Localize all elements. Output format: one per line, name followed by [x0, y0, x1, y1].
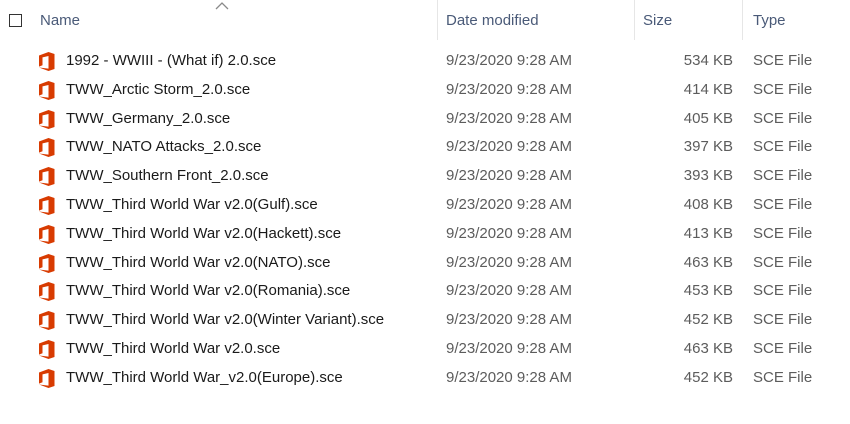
file-name: TWW_Germany_2.0.sce — [66, 109, 231, 127]
file-size: 534 KB — [683, 52, 733, 69]
file-size: 414 KB — [683, 80, 733, 98]
office-file-icon — [39, 80, 55, 100]
file-name: TWW_Third World War v2.0(Gulf).sce — [66, 195, 318, 213]
column-header-size[interactable]: Size — [643, 12, 672, 30]
file-name: TWW_Third World War v2.0(Hackett).sce — [66, 224, 342, 242]
office-file-icon — [39, 195, 55, 215]
file-list: 1992 - WWIII - (What if) 2.0.sce 9/23/202… — [0, 47, 850, 393]
office-file-icon — [39, 368, 55, 388]
office-file-icon — [39, 52, 55, 71]
file-type: SCE File — [753, 195, 813, 213]
file-type: SCE File — [753, 311, 813, 329]
file-date-modified: 9/23/2020 9:28 AM — [446, 138, 572, 156]
file-date-modified: 9/23/2020 9:28 AM — [446, 80, 572, 98]
file-date-modified: 9/23/2020 9:28 AM — [446, 167, 572, 185]
file-row[interactable]: TWW_NATO Attacks_2.0.sce 9/23/2020 9:28 A… — [0, 133, 850, 162]
office-file-icon — [39, 109, 55, 129]
file-name: TWW_Third World War v2.0(Winter Variant)… — [66, 311, 385, 329]
office-file-icon — [39, 311, 55, 331]
file-date-modified: 9/23/2020 9:28 AM — [446, 282, 572, 300]
file-row[interactable]: TWW_Third World War v2.0(Romania).sce 9/2… — [0, 277, 850, 306]
column-divider[interactable] — [437, 0, 438, 40]
file-row[interactable]: TWW_Third World War v2.0(Winter Variant)… — [0, 306, 850, 335]
file-name: TWW_Third World War_v2.0(Europe).sce — [66, 368, 343, 386]
file-row[interactable]: TWW_Arctic Storm_2.0.sce 9/23/2020 9:28 A… — [0, 76, 850, 105]
file-type: SCE File — [753, 253, 813, 271]
select-all-checkbox[interactable] — [9, 14, 22, 27]
file-row[interactable]: TWW_Third World War v2.0(Hackett).sce 9/2… — [0, 220, 850, 249]
file-type: SCE File — [753, 368, 813, 386]
file-date-modified: 9/23/2020 9:28 AM — [446, 195, 572, 213]
file-date-modified: 9/23/2020 9:28 AM — [446, 368, 572, 386]
file-row[interactable]: TWW_Third World War v2.0.sce 9/23/2020 9:… — [0, 335, 850, 364]
file-size: 452 KB — [683, 368, 733, 386]
file-row[interactable]: TWW_Third World War v2.0(Gulf).sce 9/23/2… — [0, 191, 850, 220]
file-row[interactable]: TWW_Southern Front_2.0.sce 9/23/2020 9:28… — [0, 162, 850, 191]
file-type: SCE File — [753, 167, 813, 185]
office-file-icon — [39, 253, 55, 273]
file-type: SCE File — [753, 282, 813, 300]
file-type: SCE File — [753, 52, 813, 69]
sort-ascending-icon — [215, 2, 229, 10]
file-size: 453 KB — [683, 282, 733, 300]
office-file-icon — [39, 224, 55, 244]
column-header-date-modified[interactable]: Date modified — [446, 12, 539, 30]
file-size: 463 KB — [683, 339, 733, 357]
file-row[interactable]: TWW_Third World War_v2.0(Europe).sce 9/23… — [0, 364, 850, 393]
file-date-modified: 9/23/2020 9:28 AM — [446, 109, 572, 127]
file-name: 1992 - WWIII - (What if) 2.0.sce — [66, 52, 277, 69]
file-type: SCE File — [753, 339, 813, 357]
column-header-name[interactable]: Name — [40, 12, 80, 30]
column-divider[interactable] — [742, 0, 743, 40]
file-row[interactable]: TWW_Third World War v2.0(NATO).sce 9/23/2… — [0, 249, 850, 278]
office-file-icon — [39, 282, 55, 302]
file-name: TWW_Third World War v2.0(Romania).sce — [66, 282, 351, 300]
file-size: 452 KB — [683, 311, 733, 329]
file-type: SCE File — [753, 224, 813, 242]
file-size: 405 KB — [683, 109, 733, 127]
file-type: SCE File — [753, 109, 813, 127]
file-size: 408 KB — [683, 195, 733, 213]
file-type: SCE File — [753, 138, 813, 156]
office-file-icon — [39, 138, 55, 158]
file-date-modified: 9/23/2020 9:28 AM — [446, 339, 572, 357]
file-size: 393 KB — [683, 167, 733, 185]
office-file-icon — [39, 339, 55, 359]
file-type: SCE File — [753, 80, 813, 98]
file-name: TWW_Arctic Storm_2.0.sce — [66, 80, 251, 98]
file-name: TWW_Third World War v2.0(NATO).sce — [66, 253, 331, 271]
file-name: TWW_Third World War v2.0.sce — [66, 339, 281, 357]
file-row[interactable]: TWW_Germany_2.0.sce 9/23/2020 9:28 AM 405 … — [0, 105, 850, 134]
file-size: 413 KB — [683, 224, 733, 242]
file-date-modified: 9/23/2020 9:28 AM — [446, 224, 572, 242]
office-file-icon — [39, 167, 55, 187]
file-row[interactable]: 1992 - WWIII - (What if) 2.0.sce 9/23/202… — [0, 47, 850, 76]
column-header-type[interactable]: Type — [753, 12, 786, 30]
file-size: 397 KB — [683, 138, 733, 156]
file-name: TWW_Southern Front_2.0.sce — [66, 167, 269, 185]
file-date-modified: 9/23/2020 9:28 AM — [446, 311, 572, 329]
column-divider[interactable] — [634, 0, 635, 40]
column-header-bar: Name Date modified Size Type — [0, 0, 850, 42]
file-date-modified: 9/23/2020 9:28 AM — [446, 253, 572, 271]
file-name: TWW_NATO Attacks_2.0.sce — [66, 138, 262, 156]
file-date-modified: 9/23/2020 9:28 AM — [446, 52, 572, 69]
file-size: 463 KB — [683, 253, 733, 271]
